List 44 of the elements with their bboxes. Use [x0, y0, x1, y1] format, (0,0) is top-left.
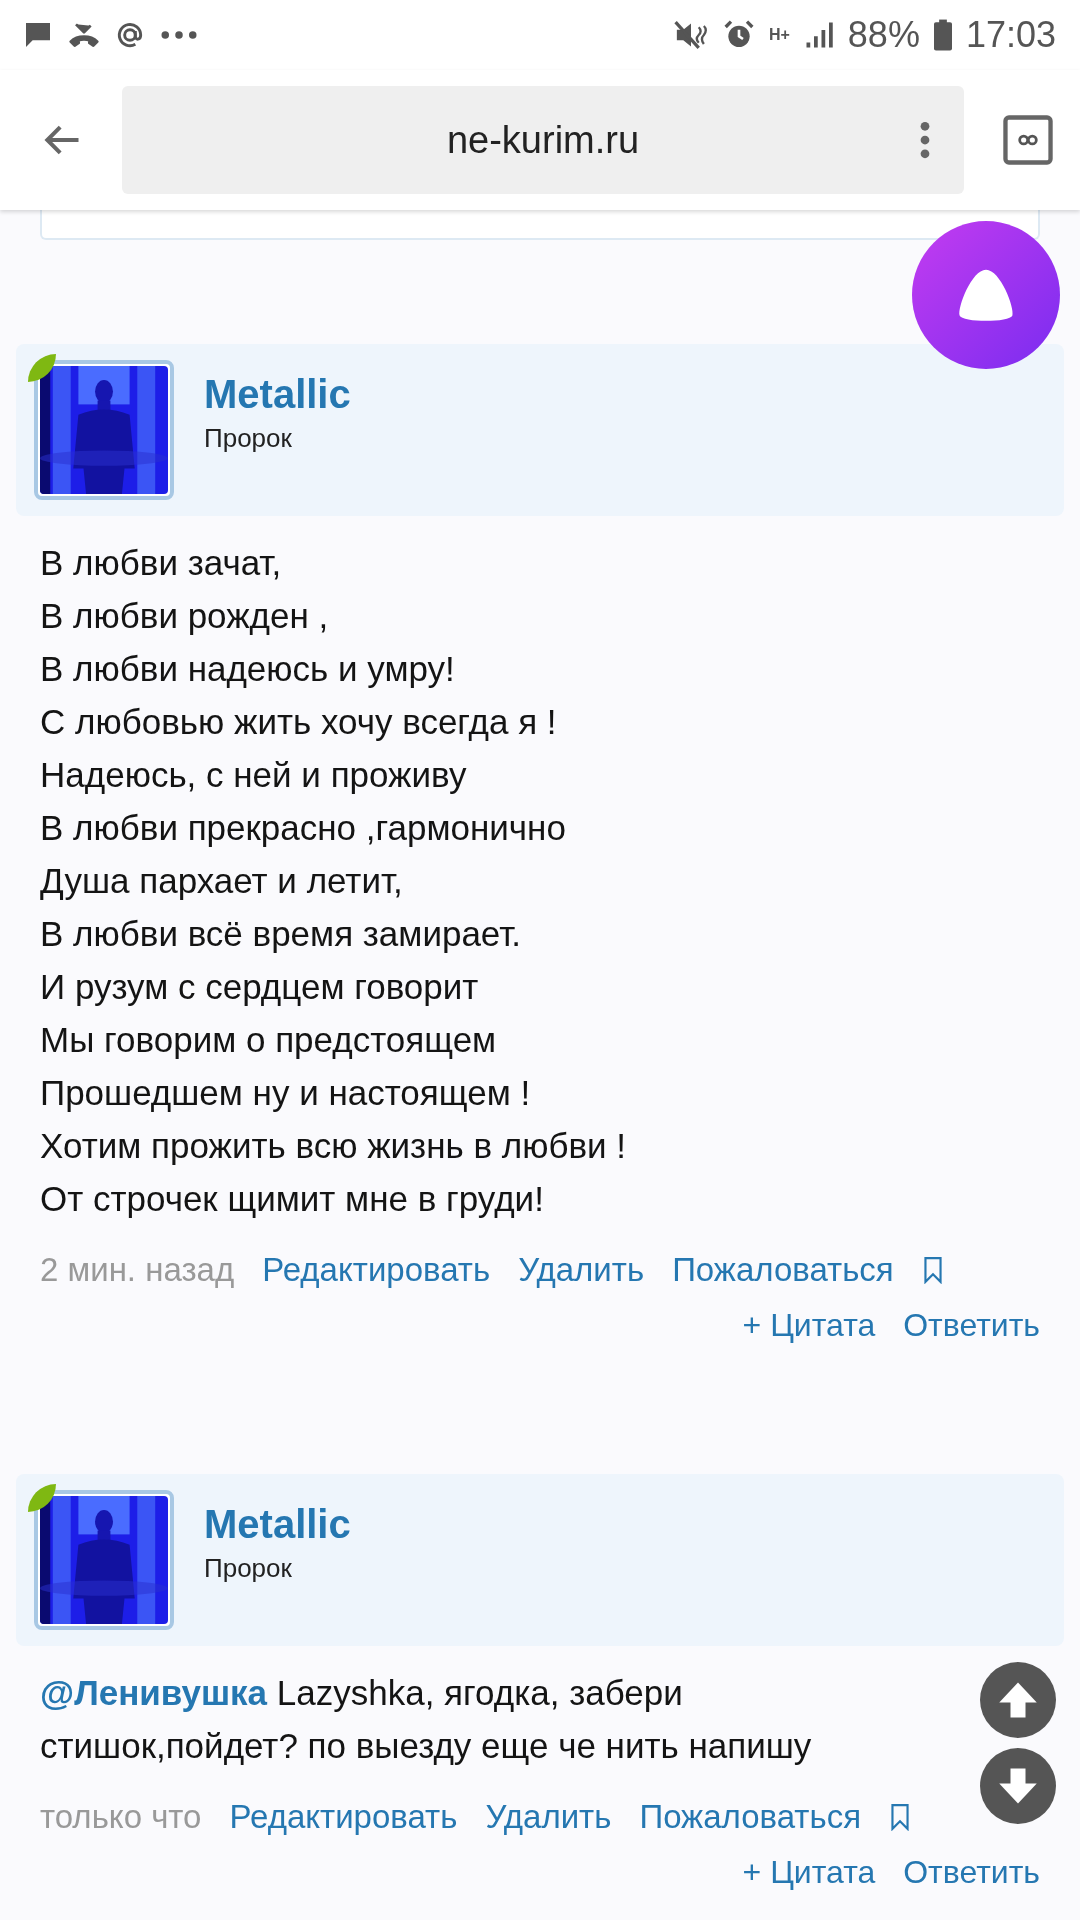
message-line: В любви прекрасно ,гармонично	[40, 807, 567, 849]
reply-link[interactable]: + Цитата	[742, 1307, 876, 1344]
avatar[interactable]	[34, 360, 174, 500]
message-line: В любви рожден ,	[40, 595, 330, 637]
message-line: И рузум с сердцем говорит	[40, 966, 480, 1008]
message-line: В любви всё время замирает.	[40, 913, 523, 955]
tabs-icon[interactable]	[1002, 114, 1054, 166]
message-line: С любовью жить хочу всегда я !	[40, 701, 558, 743]
mute-icon	[672, 19, 709, 51]
post-time: 2 мин. назад	[40, 1251, 235, 1289]
reply-link[interactable]: Ответить	[903, 1854, 1040, 1891]
user-mention[interactable]: @Ленивушка	[40, 1673, 268, 1712]
post-time: только что	[40, 1798, 202, 1836]
battery-level: 88%	[847, 14, 920, 56]
message-line: Прошедшем ну и настоящем !	[40, 1072, 532, 1114]
bookmark-icon[interactable]	[889, 1803, 911, 1831]
network-type: H+	[768, 26, 790, 44]
action-link[interactable]: Удалить	[485, 1798, 612, 1836]
message-line: Хотим прожить всю жизнь в любви !	[40, 1125, 628, 1167]
message-line: От строчек щимит мне в груди!	[40, 1178, 545, 1220]
menu-icon[interactable]	[920, 121, 930, 159]
message-line: Мы говорим о предстоящем	[40, 1019, 498, 1061]
message-line: Надеюсь, с ней и проживу	[40, 754, 468, 796]
avatar[interactable]	[34, 1490, 174, 1630]
message-line: В любви зачат,	[40, 542, 283, 584]
address-bar[interactable]: ne-kurim.ru	[122, 86, 964, 194]
message-line: В любви надеюсь и умру!	[40, 648, 456, 690]
reply-link[interactable]: Ответить	[903, 1307, 1040, 1344]
bookmark-icon[interactable]	[921, 1256, 944, 1284]
clock: 17:03	[965, 14, 1056, 56]
action-link[interactable]: Редактировать	[229, 1798, 458, 1836]
author-name[interactable]: Metallic	[204, 372, 351, 417]
action-link[interactable]: Пожаловаться	[672, 1251, 894, 1289]
url-text: ne-kurim.ru	[446, 118, 640, 162]
battery-icon	[933, 19, 952, 51]
user-rank: Пророк	[204, 1553, 293, 1584]
user-rank: Пророк	[204, 423, 293, 454]
more-icon	[160, 30, 198, 40]
author-name[interactable]: Metallic	[204, 1502, 351, 1547]
message-line: Душа пархает и летит,	[40, 860, 404, 902]
action-link[interactable]: Пожаловаться	[639, 1798, 861, 1836]
action-link[interactable]: Удалить	[518, 1251, 645, 1289]
reply-link[interactable]: + Цитата	[742, 1854, 876, 1891]
action-link[interactable]: Редактировать	[262, 1251, 491, 1289]
